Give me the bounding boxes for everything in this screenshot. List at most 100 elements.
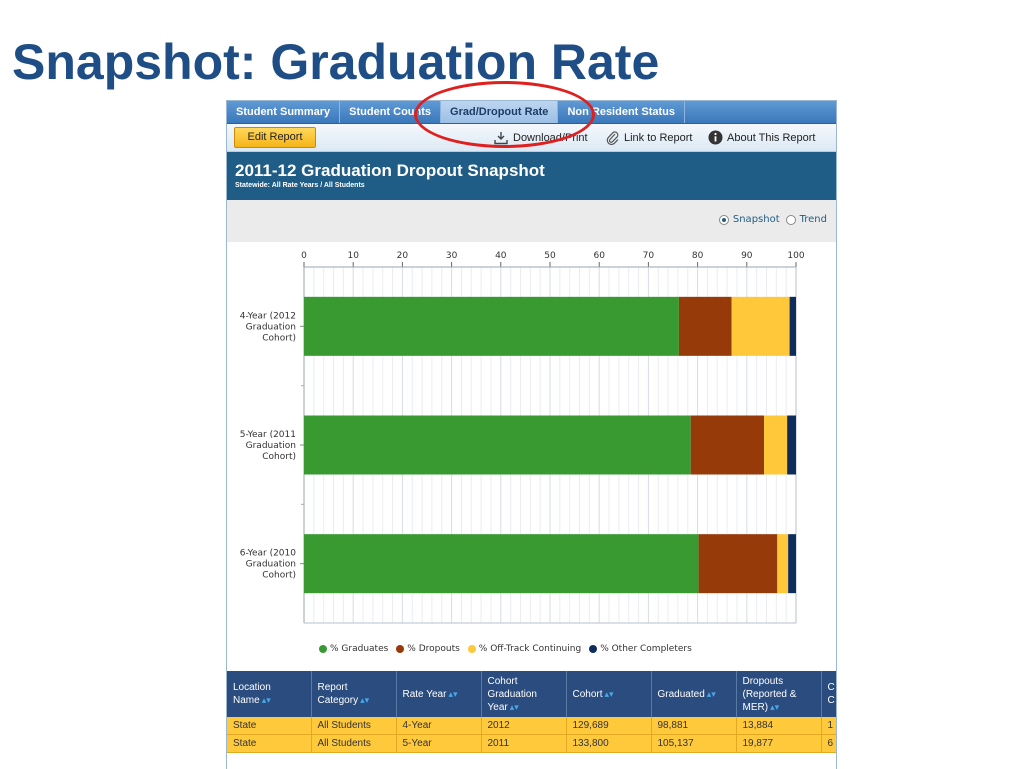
bar-graduates [304, 534, 699, 594]
legend-swatch [319, 645, 327, 653]
column-truncated[interactable]: CC [821, 671, 836, 717]
header-line: Rate Year [402, 688, 447, 700]
table-cell: 2011 [481, 734, 567, 753]
table-row: State All Students 4-Year 2012 129,689 9… [227, 717, 836, 735]
table-cell: All Students [311, 717, 397, 735]
bar-offtrack [764, 415, 788, 475]
header-line: Cohort [487, 675, 518, 687]
download-print-button[interactable]: Download/Print [493, 124, 588, 151]
legend-dropouts-label: % Dropouts [407, 644, 460, 654]
link-to-report-label: Link to Report [624, 131, 693, 144]
x-tick-label: 10 [347, 251, 359, 261]
table-cell: 19,877 [736, 734, 822, 753]
bar-dropouts [678, 296, 732, 356]
chart-legend: % Graduates % Dropouts % Off-Track Conti… [319, 644, 700, 654]
report-title: 2011-12 Graduation Dropout Snapshot [235, 161, 545, 180]
paperclip-icon [606, 130, 619, 145]
column-location-name[interactable]: Location Name ▴▾ [227, 671, 312, 717]
sort-icon[interactable]: ▴▾ [707, 689, 716, 699]
table-body: State All Students 4-Year 2012 129,689 9… [227, 717, 836, 753]
column-report-category[interactable]: Report Category ▴▾ [311, 671, 397, 717]
trend-label: Trend [799, 214, 827, 225]
header-line: MER) [742, 701, 769, 713]
bar-dropouts [698, 534, 778, 594]
column-cohort-graduation-year[interactable]: Cohort Graduation Year ▴▾ [481, 671, 567, 717]
edit-report-button[interactable]: Edit Report [234, 127, 316, 148]
snapshot-radio[interactable]: Snapshot [718, 214, 780, 225]
header-line: Category [317, 695, 359, 706]
x-tick-label: 70 [643, 251, 655, 261]
sort-icon[interactable]: ▴▾ [510, 702, 519, 712]
trend-radio[interactable]: Trend [785, 214, 827, 225]
legend-swatch [396, 645, 405, 653]
x-tick-label: 80 [692, 251, 704, 261]
view-toggle-row: Snapshot Trend [227, 200, 836, 242]
table-cell: 2012 [481, 717, 567, 735]
about-report-button[interactable]: About This Report [708, 124, 815, 151]
report-subtitle: Statewide: All Rate Years / All Students [235, 182, 365, 189]
bar-graduates [304, 296, 679, 356]
column-rate-year[interactable]: Rate Year ▴▾ [396, 671, 482, 717]
bar-other-completers [787, 415, 796, 475]
sort-icon[interactable]: ▴▾ [448, 689, 457, 699]
tab-non-resident-status[interactable]: Non Resident Status [558, 101, 686, 123]
legend-graduates: % Graduates [319, 644, 388, 654]
header-line: C [827, 682, 835, 693]
sort-icon[interactable]: ▴▾ [360, 695, 369, 705]
category-label: Graduation [246, 322, 296, 332]
category-label: 6-Year (2010 [240, 549, 297, 559]
x-tick-label: 0 [301, 251, 307, 261]
bar-dropouts [690, 415, 765, 475]
slide-title: Snapshot: Graduation Rate [12, 34, 660, 90]
link-to-report-button[interactable]: Link to Report [606, 124, 692, 151]
x-tick-label: 90 [741, 251, 753, 261]
table-cell: 129,689 [566, 717, 652, 735]
header-line: Dropouts [742, 675, 784, 687]
x-tick-label: 20 [397, 251, 409, 261]
tab-grad-dropout-rate[interactable]: Grad/Dropout Rate [441, 101, 559, 123]
tab-student-counts[interactable]: Student Counts [340, 101, 442, 123]
column-cohort[interactable]: Cohort ▴▾ [566, 671, 652, 717]
chart-area: 0 10 20 30 40 50 60 70 80 90 100 4-Year (2012 Gradua… [227, 242, 836, 667]
radio-unselected-icon [785, 214, 796, 225]
x-tick-label: 100 [787, 251, 804, 261]
category-label: 4-Year (2012 [240, 311, 296, 321]
tab-student-summary[interactable]: Student Summary [227, 101, 341, 123]
table-cell: State [227, 717, 312, 735]
table-cell: 133,800 [566, 734, 652, 753]
report-header: 2011-12 Graduation Dropout Snapshot Stat… [227, 152, 836, 200]
snapshot-label: Snapshot [732, 214, 780, 225]
table-cell: 98,881 [651, 717, 737, 735]
category-label: Graduation [246, 560, 296, 570]
category-label: Cohort) [262, 333, 296, 343]
legend-other-label: % Other Completers [600, 644, 692, 654]
legend-offtrack-label: % Off-Track Continuing [478, 644, 582, 654]
header-line: Year [487, 701, 508, 713]
header-line: Graduated [657, 688, 705, 700]
table-header: Location Name ▴▾ Report Category ▴▾ Rate Yea… [227, 671, 836, 717]
sort-icon[interactable]: ▴▾ [262, 695, 271, 705]
header-line: Name [233, 695, 260, 706]
bar-other-completers [788, 534, 796, 594]
download-icon [494, 131, 508, 144]
tab-bar: Student Summary Student Counts Grad/Drop… [227, 101, 836, 124]
stacked-bar-chart: 0 10 20 30 40 50 60 70 80 90 1004-Year (2012Gradua… [240, 251, 805, 624]
header-line: Report [317, 682, 348, 693]
table-row: State All Students 5-Year 2011 133,800 1… [227, 734, 836, 753]
bar-offtrack [731, 296, 790, 356]
bar-other-completers [789, 296, 796, 356]
table-cell: State [227, 734, 312, 753]
table-cell: 6 [821, 734, 836, 753]
table-cell: 13,884 [736, 717, 822, 735]
results-table: Location Name ▴▾ Report Category ▴▾ Rate Yea… [227, 671, 836, 753]
legend-swatch [467, 645, 476, 653]
toolbar: Edit Report Download/Print Link to Repor… [227, 124, 836, 152]
column-dropouts[interactable]: Dropouts (Reported & MER) ▴▾ [736, 671, 822, 717]
table-cell: 1 [821, 717, 836, 735]
legend-offtrack: % Off-Track Continuing [467, 644, 582, 654]
column-graduated[interactable]: Graduated ▴▾ [651, 671, 737, 717]
category-label: Cohort) [262, 452, 296, 462]
legend-dropouts: % Dropouts [396, 644, 460, 654]
sort-icon[interactable]: ▴▾ [605, 689, 614, 699]
sort-icon[interactable]: ▴▾ [770, 702, 779, 712]
